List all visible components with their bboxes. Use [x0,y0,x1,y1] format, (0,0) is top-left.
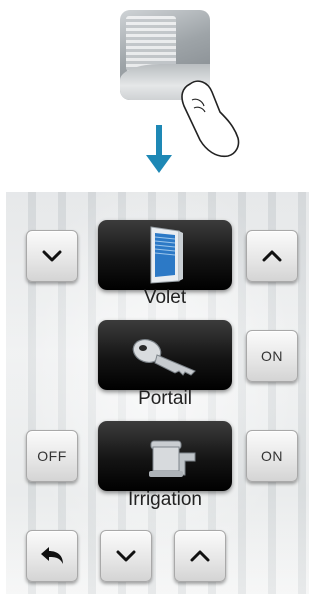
on-label: ON [261,448,283,464]
chevron-down-icon [42,250,62,262]
off-label: OFF [37,448,67,464]
window-blinds-image [126,16,176,71]
key-icon [132,339,196,376]
arrow-down-icon [146,125,172,173]
portail-device-button[interactable] [98,320,232,390]
irrigation-device-button[interactable] [98,421,232,491]
control-panel: Volet ON Portail OFF ON Irrigation [6,192,309,594]
chevron-down-icon [116,550,136,562]
window-shutter-icon [150,226,183,284]
back-button[interactable] [26,530,78,582]
back-arrow-icon [41,547,63,564]
scroll-up-button[interactable] [174,530,226,582]
chevron-up-icon [262,250,282,262]
irrigation-off-button[interactable]: OFF [26,430,78,482]
faucet-icon [149,440,196,477]
volet-down-button[interactable] [26,230,78,282]
portail-label: Portail [138,388,192,409]
volet-up-button[interactable] [246,230,298,282]
chevron-up-icon [190,550,210,562]
scroll-down-button[interactable] [100,530,152,582]
volet-device-button[interactable] [98,220,232,290]
on-label: ON [261,348,283,364]
irrigation-label: Irrigation [128,489,202,510]
finger-tap-icon [181,80,240,158]
volet-label: Volet [143,287,187,308]
irrigation-on-button[interactable]: ON [246,430,298,482]
portail-on-button[interactable]: ON [246,330,298,382]
